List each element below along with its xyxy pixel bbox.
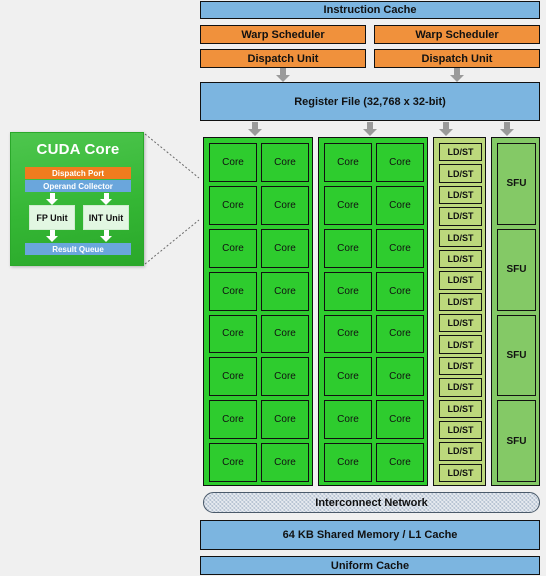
arrow-down-icon <box>439 122 453 136</box>
ldst-unit-cell: LD/ST <box>439 399 482 418</box>
cuda-core-cell: Core <box>324 357 372 397</box>
cuda-core-cell: Core <box>376 228 424 268</box>
ldst-unit-cell: LD/ST <box>439 420 482 440</box>
ldst-unit-cell: LD/ST <box>439 249 482 269</box>
cuda-core-cell: Core <box>261 443 309 482</box>
cuda-core-int-unit: INT Unit <box>83 205 129 230</box>
cuda-core-cell: Core <box>261 400 309 440</box>
load-store-unit-group: LD/ST LD/ST LD/ST LD/ST LD/ST LD/ST LD/ST LD/ST… <box>433 137 486 486</box>
cuda-core-cell: Core <box>261 143 309 182</box>
ldst-unit-cell: LD/ST <box>439 356 482 376</box>
cuda-core-detail-callout: CUDA Core Dispatch Port Operand Collecto… <box>10 132 144 266</box>
cuda-core-cell: Core <box>209 143 257 182</box>
ldst-unit-cell: LD/ST <box>439 463 482 482</box>
cuda-core-cell: Core <box>209 271 257 311</box>
special-function-unit-group: SFU SFU SFU SFU <box>491 137 540 486</box>
arrow-down-icon <box>500 122 514 136</box>
cuda-core-result-queue: Result Queue <box>25 243 131 255</box>
cuda-core-operand-collector: Operand Collector <box>25 180 131 192</box>
cuda-core-cell: Core <box>324 314 372 354</box>
sfu-unit-cell: SFU <box>497 314 536 397</box>
arrow-down-icon <box>46 193 58 205</box>
streaming-multiprocessor: Instruction Cache Warp Scheduler Warp Sc… <box>200 1 540 575</box>
cuda-core-cell: Core <box>209 228 257 268</box>
cuda-core-cell: Core <box>209 185 257 225</box>
arrow-down-icon <box>248 122 262 136</box>
ldst-unit-cell: LD/ST <box>439 185 482 205</box>
ldst-unit-cell: LD/ST <box>439 207 482 226</box>
dispatch-unit-1: Dispatch Unit <box>374 49 540 68</box>
arrow-down-icon <box>450 68 464 82</box>
cuda-core-cell: Core <box>324 228 372 268</box>
cuda-core-cell: Core <box>261 228 309 268</box>
cuda-core-cell: Core <box>376 400 424 440</box>
register-file-block: Register File (32,768 x 32-bit) <box>200 82 540 121</box>
cuda-core-cell: Core <box>324 185 372 225</box>
cuda-core-cell: Core <box>324 443 372 482</box>
cuda-core-cell: Core <box>376 443 424 482</box>
sfu-unit-cell: SFU <box>497 143 536 225</box>
cuda-core-dispatch-port: Dispatch Port <box>25 167 131 179</box>
cuda-core-cell: Core <box>209 400 257 440</box>
cuda-core-cell: Core <box>261 357 309 397</box>
core-grid-1: Core Core Core Core Core Core Core Core Core Core… <box>324 143 424 482</box>
ldst-unit-cell: LD/ST <box>439 292 482 311</box>
cuda-core-cell: Core <box>324 143 372 182</box>
arrow-down-icon <box>363 122 377 136</box>
ldst-unit-cell: LD/ST <box>439 378 482 397</box>
arrow-down-icon <box>100 230 112 242</box>
arrow-down-icon <box>46 230 58 242</box>
cuda-core-title: CUDA Core <box>36 141 120 158</box>
cuda-core-cell: Core <box>261 314 309 354</box>
shared-memory-l1-cache-block: 64 KB Shared Memory / L1 Cache <box>200 520 540 550</box>
ldst-stack: LD/ST LD/ST LD/ST LD/ST LD/ST LD/ST LD/ST LD/ST… <box>439 143 482 482</box>
cuda-core-cell: Core <box>376 143 424 182</box>
cuda-core-cell: Core <box>376 357 424 397</box>
ldst-unit-cell: LD/ST <box>439 442 482 461</box>
cuda-core-cell: Core <box>261 185 309 225</box>
uniform-cache-block: Uniform Cache <box>200 556 540 575</box>
cuda-core-cell: Core <box>376 185 424 225</box>
sfu-unit-cell: SFU <box>497 228 536 311</box>
cuda-core-cell: Core <box>209 314 257 354</box>
sfu-stack: SFU SFU SFU SFU <box>497 143 536 482</box>
cuda-core-cell: Core <box>261 271 309 311</box>
cuda-core-cell: Core <box>209 357 257 397</box>
cuda-core-cell: Core <box>209 443 257 482</box>
core-group-0: Core Core Core Core Core Core Core Core Core Core… <box>203 137 313 486</box>
ldst-unit-cell: LD/ST <box>439 314 482 333</box>
ldst-unit-cell: LD/ST <box>439 143 482 162</box>
core-grid-0: Core Core Core Core Core Core Core Core Core Core… <box>209 143 309 482</box>
cuda-core-fp-unit: FP Unit <box>29 205 75 230</box>
core-group-1: Core Core Core Core Core Core Core Core Core Core… <box>318 137 428 486</box>
instruction-cache-block: Instruction Cache <box>200 1 540 19</box>
warp-scheduler-0: Warp Scheduler <box>200 25 366 44</box>
ldst-unit-cell: LD/ST <box>439 228 482 247</box>
interconnect-network-block: Interconnect Network <box>203 492 540 513</box>
ldst-unit-cell: LD/ST <box>439 271 482 290</box>
arrow-down-icon <box>100 193 112 205</box>
cuda-core-cell: Core <box>376 271 424 311</box>
cuda-core-cell: Core <box>324 271 372 311</box>
dispatch-unit-0: Dispatch Unit <box>200 49 366 68</box>
cuda-core-cell: Core <box>324 400 372 440</box>
ldst-unit-cell: LD/ST <box>439 335 482 354</box>
sfu-unit-cell: SFU <box>497 400 536 482</box>
warp-scheduler-1: Warp Scheduler <box>374 25 540 44</box>
cuda-core-cell: Core <box>376 314 424 354</box>
arrow-down-icon <box>276 68 290 82</box>
ldst-unit-cell: LD/ST <box>439 164 482 183</box>
